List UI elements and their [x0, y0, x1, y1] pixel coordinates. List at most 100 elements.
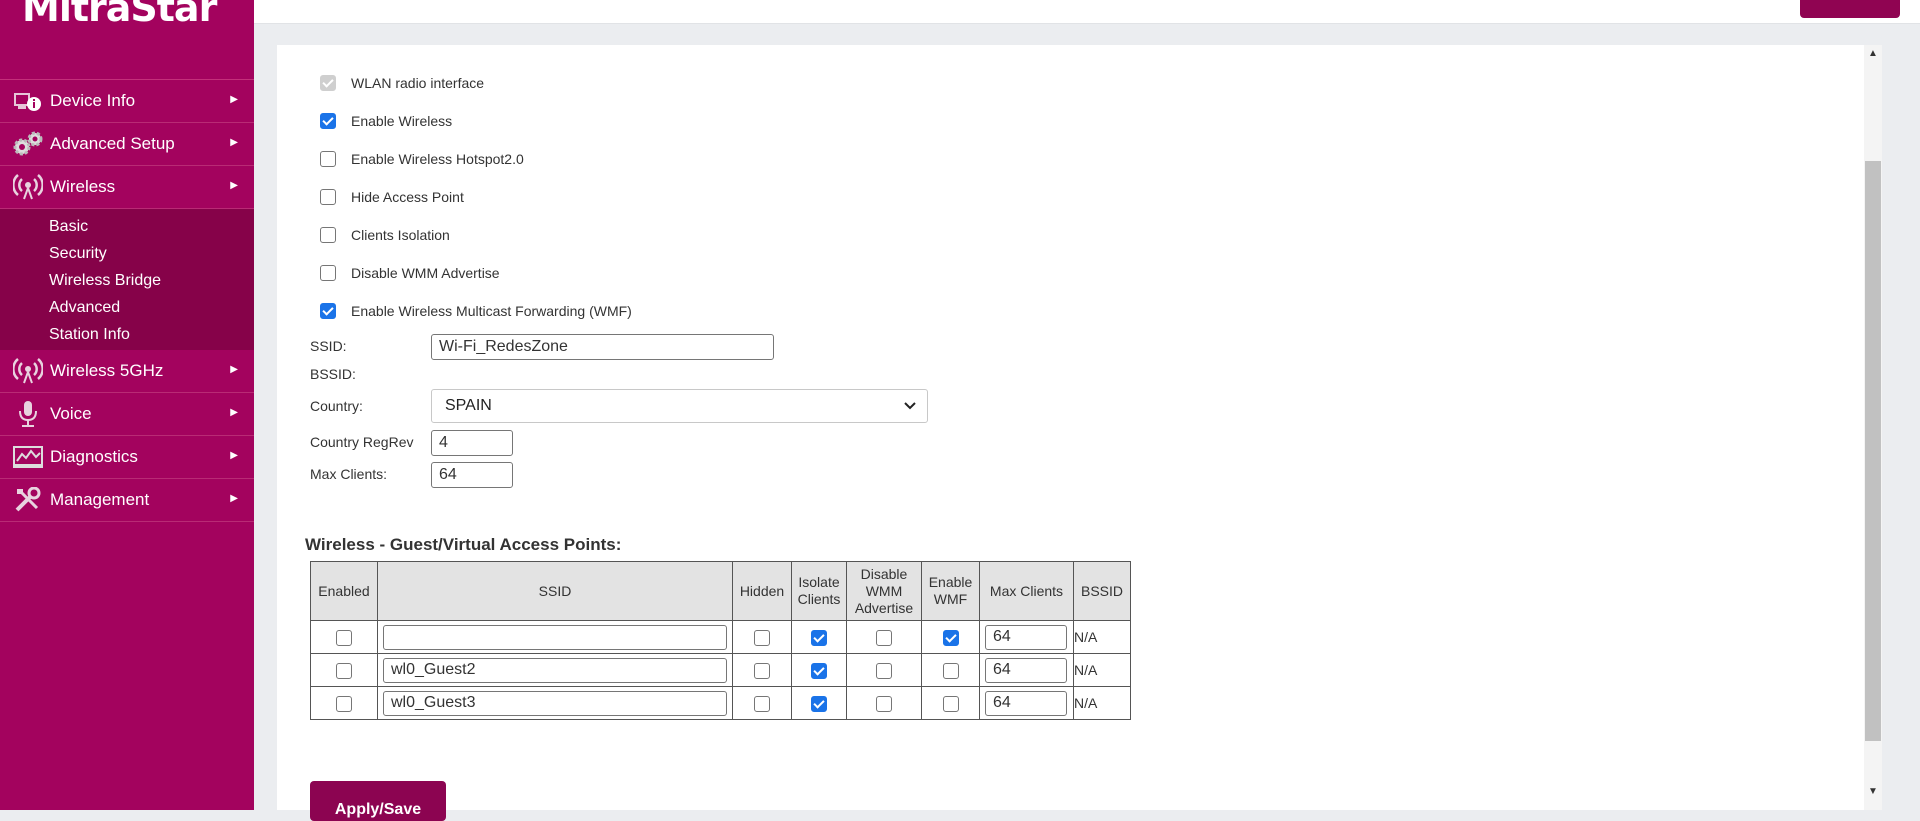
option-enable-hotspot[interactable]: Enable Wireless Hotspot2.0: [320, 149, 524, 169]
checkbox[interactable]: [320, 151, 336, 167]
table-row: wl0_Guest3 64 N/A: [310, 686, 1131, 720]
table-row: 64 N/A: [310, 620, 1131, 654]
cell-max: 64: [979, 620, 1074, 654]
sidebar-item-label: Management: [50, 490, 150, 509]
cell-hidden: [732, 620, 792, 654]
sidebar-item-advanced-setup[interactable]: Advanced Setup ▶: [0, 123, 254, 166]
device-info-icon: [10, 87, 46, 115]
cell-wmm: [846, 686, 922, 720]
checkbox[interactable]: [754, 629, 770, 646]
cell-max: 64: [979, 686, 1074, 720]
checkbox[interactable]: [942, 695, 959, 712]
option-label: Disable WMM Advertise: [351, 265, 500, 281]
ssid-label: SSID:: [310, 338, 347, 354]
submenu-item-station-info[interactable]: Station Info: [0, 321, 254, 348]
chevron-right-icon: ▶: [230, 364, 238, 375]
guest-ssid-input[interactable]: [383, 624, 727, 650]
chevron-down-icon: [903, 398, 917, 417]
table-header-row: Enabled SSID Hidden Isolate Clients Disab…: [310, 561, 1131, 621]
country-select-value: SPAIN: [445, 397, 492, 414]
checkbox[interactable]: [320, 113, 336, 129]
checkbox[interactable]: [942, 629, 959, 646]
apply-save-button[interactable]: Apply/Save: [310, 781, 446, 821]
max-clients-label: Max Clients:: [310, 466, 388, 482]
top-action-button[interactable]: [1800, 0, 1900, 18]
submenu-item-basic[interactable]: Basic: [0, 213, 254, 240]
cell-wmf: [921, 686, 980, 720]
diagnostics-icon: [10, 443, 46, 471]
col-header-bssid: BSSID: [1073, 561, 1131, 621]
checkbox[interactable]: [320, 189, 336, 205]
cell-enabled: [310, 686, 378, 720]
submenu-item-security[interactable]: Security: [0, 240, 254, 267]
submenu-item-advanced[interactable]: Advanced: [0, 294, 254, 321]
guest-ap-table: Enabled SSID Hidden Isolate Clients Disab…: [310, 561, 1131, 720]
sidebar-item-device-info[interactable]: Device Info ▶: [0, 80, 254, 123]
cell-wmm: [846, 620, 922, 654]
checkbox[interactable]: [876, 695, 892, 712]
checkbox[interactable]: [811, 629, 827, 646]
checkbox[interactable]: [336, 695, 352, 712]
guest-ssid-input[interactable]: wl0_Guest3: [383, 690, 727, 716]
checkbox[interactable]: [876, 629, 892, 646]
sidebar-item-label: Diagnostics: [50, 447, 138, 466]
col-header-max-clients: Max Clients: [979, 561, 1074, 621]
chevron-right-icon: ▶: [230, 493, 238, 504]
checkbox[interactable]: [811, 662, 827, 679]
max-clients-input[interactable]: 64: [431, 462, 513, 488]
country-select[interactable]: SPAIN: [431, 389, 928, 423]
sidebar-item-wireless-5ghz[interactable]: Wireless 5GHz ▶: [0, 350, 254, 393]
wireless-submenu: Basic Security Wireless Bridge Advanced …: [0, 209, 254, 350]
scrollbar-thumb[interactable]: [1865, 161, 1881, 741]
sidebar-item-voice[interactable]: Voice ▶: [0, 393, 254, 436]
wireless-icon: [10, 357, 46, 385]
cell-isolate: [791, 653, 847, 687]
checkbox[interactable]: [336, 662, 352, 679]
scroll-up-arrow-icon[interactable]: ▲: [1864, 48, 1882, 59]
chevron-right-icon: ▶: [230, 180, 238, 191]
option-enable-wireless[interactable]: Enable Wireless: [320, 111, 452, 131]
microphone-icon: [10, 400, 46, 428]
checkbox[interactable]: [320, 227, 336, 243]
option-enable-wmf[interactable]: Enable Wireless Multicast Forwarding (WM…: [320, 301, 632, 321]
checkbox[interactable]: [336, 629, 352, 646]
checkbox[interactable]: [754, 695, 770, 712]
col-header-ssid: SSID: [377, 561, 733, 621]
checkbox[interactable]: [876, 662, 892, 679]
header-line: Disable: [860, 565, 908, 582]
checkbox[interactable]: [942, 662, 959, 679]
option-label: Hide Access Point: [351, 189, 464, 205]
scrollbar[interactable]: ▲ ▼: [1864, 45, 1882, 810]
cell-bssid: N/A: [1073, 686, 1131, 720]
sidebar-item-diagnostics[interactable]: Diagnostics ▶: [0, 436, 254, 479]
cell-max: 64: [979, 653, 1074, 687]
sidebar-item-wireless[interactable]: Wireless ▶: [0, 166, 254, 209]
cell-hidden: [732, 653, 792, 687]
bssid-label: BSSID:: [310, 366, 356, 382]
scroll-down-arrow-icon[interactable]: ▼: [1864, 786, 1882, 797]
checkbox[interactable]: [754, 662, 770, 679]
checkbox[interactable]: [320, 265, 336, 281]
country-label: Country:: [310, 398, 363, 414]
header-line: WMM: [865, 582, 903, 599]
header-line: WMF: [933, 591, 968, 607]
guest-max-clients-input[interactable]: 64: [985, 624, 1067, 650]
checkbox[interactable]: [811, 695, 827, 712]
gears-icon: [10, 130, 46, 158]
option-clients-isolation[interactable]: Clients Isolation: [320, 225, 450, 245]
country-regrev-input[interactable]: 4: [431, 430, 513, 456]
sidebar-item-management[interactable]: Management ▶: [0, 479, 254, 522]
checkbox[interactable]: [320, 303, 336, 319]
submenu-item-wireless-bridge[interactable]: Wireless Bridge: [0, 267, 254, 294]
option-disable-wmm[interactable]: Disable WMM Advertise: [320, 263, 500, 283]
cell-bssid: N/A: [1073, 620, 1131, 654]
guest-ssid-input[interactable]: wl0_Guest2: [383, 657, 727, 683]
header-line: Advertise: [854, 599, 914, 616]
cell-isolate: [791, 686, 847, 720]
option-label: Enable Wireless Hotspot2.0: [351, 151, 524, 167]
guest-max-clients-input[interactable]: 64: [985, 690, 1067, 716]
option-hide-access-point[interactable]: Hide Access Point: [320, 187, 464, 207]
ssid-input[interactable]: Wi-Fi_RedesZone: [431, 334, 774, 360]
guest-max-clients-input[interactable]: 64: [985, 657, 1067, 683]
tools-icon: [10, 486, 46, 514]
